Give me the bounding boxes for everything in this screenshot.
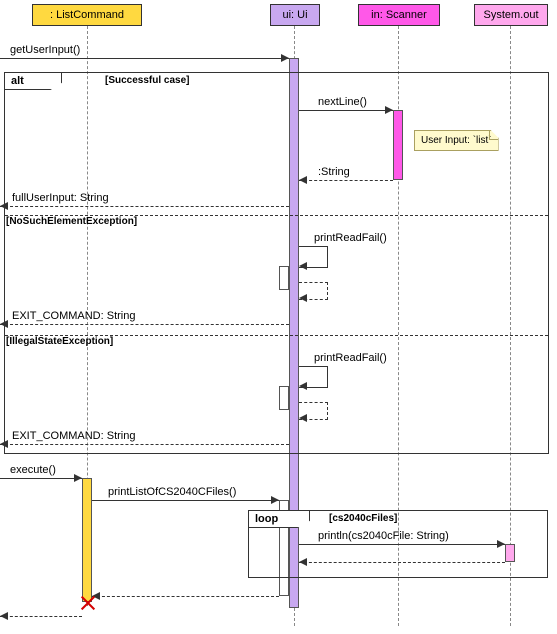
arrow-nextline: [299, 110, 393, 111]
arrowhead-println: [497, 540, 505, 548]
arrowhead-exitcommand2: [0, 440, 8, 448]
msg-exitcommand2: EXIT_COMMAND: String: [12, 430, 135, 442]
participant-listcommand: : ListCommand: [32, 4, 142, 26]
participant-scanner: in: Scanner: [358, 4, 440, 26]
fragment-alt-cond1: [Successful case]: [105, 75, 190, 86]
fragment-alt-label: alt: [4, 72, 62, 90]
arrow-retstring: [299, 180, 393, 181]
activation-printreadfail1: [279, 266, 289, 290]
arrowhead-printreadfail2: [299, 382, 307, 390]
arrow-getuserinput: [0, 58, 289, 59]
activation-printreadfail2: [279, 386, 289, 410]
msg-execute: execute(): [10, 464, 56, 476]
arrow-final-ret: [0, 616, 82, 617]
arrowhead-printreadfail1-ret: [299, 294, 307, 302]
arrow-printlist: [92, 500, 279, 501]
fragment-alt-cond2: [NoSuchElementException]: [6, 216, 137, 227]
msg-nextline: nextLine(): [318, 96, 367, 108]
arrow-execute: [0, 478, 82, 479]
arrow-println: [299, 544, 505, 545]
arrowhead-printreadfail2-ret: [299, 414, 307, 422]
destroy-listcommand: [80, 596, 94, 610]
arrowhead-final-ret: [0, 612, 8, 620]
arrowhead-getuserinput: [281, 54, 289, 62]
arrow-exitcommand1: [0, 324, 289, 325]
msg-printreadfail1: printReadFail(): [314, 232, 387, 244]
msg-exitcommand1: EXIT_COMMAND: String: [12, 310, 135, 322]
arrow-fulluserinput: [0, 206, 289, 207]
msg-retstring: :String: [318, 166, 350, 178]
fragment-alt: alt [Successful case]: [4, 72, 549, 454]
arrowhead-retstring: [299, 176, 307, 184]
fragment-loop-label: loop: [248, 510, 310, 528]
arrowhead-printreadfail1: [299, 262, 307, 270]
fragment-alt-cond3: [IllegalStateException]: [6, 336, 113, 347]
msg-getuserinput: getUserInput(): [10, 44, 80, 56]
msg-printreadfail2: printReadFail(): [314, 352, 387, 364]
activation-systemout: [505, 544, 515, 562]
activation-scanner: [393, 110, 403, 180]
arrowhead-fulluserinput: [0, 202, 8, 210]
arrowhead-nextline: [385, 106, 393, 114]
participant-ui: ui: Ui: [270, 4, 320, 26]
msg-printlist: printListOfCS2040CFiles(): [108, 486, 236, 498]
arrowhead-exitcommand1: [0, 320, 8, 328]
arrow-printlist-ret: [92, 596, 279, 597]
arrow-exitcommand2: [0, 444, 289, 445]
arrowhead-println-ret: [299, 558, 307, 566]
participant-systemout: System.out: [474, 4, 548, 26]
fragment-loop-cond: [cs2040cFiles]: [329, 513, 397, 524]
msg-println: println(cs2040cFile: String): [318, 530, 449, 542]
msg-fulluserinput: fullUserInput: String: [12, 192, 109, 204]
arrow-println-ret: [299, 562, 505, 563]
note-userinput: User Input: `list`: [414, 130, 499, 151]
activation-listcommand: [82, 478, 92, 602]
arrowhead-execute: [74, 474, 82, 482]
arrowhead-printlist: [271, 496, 279, 504]
